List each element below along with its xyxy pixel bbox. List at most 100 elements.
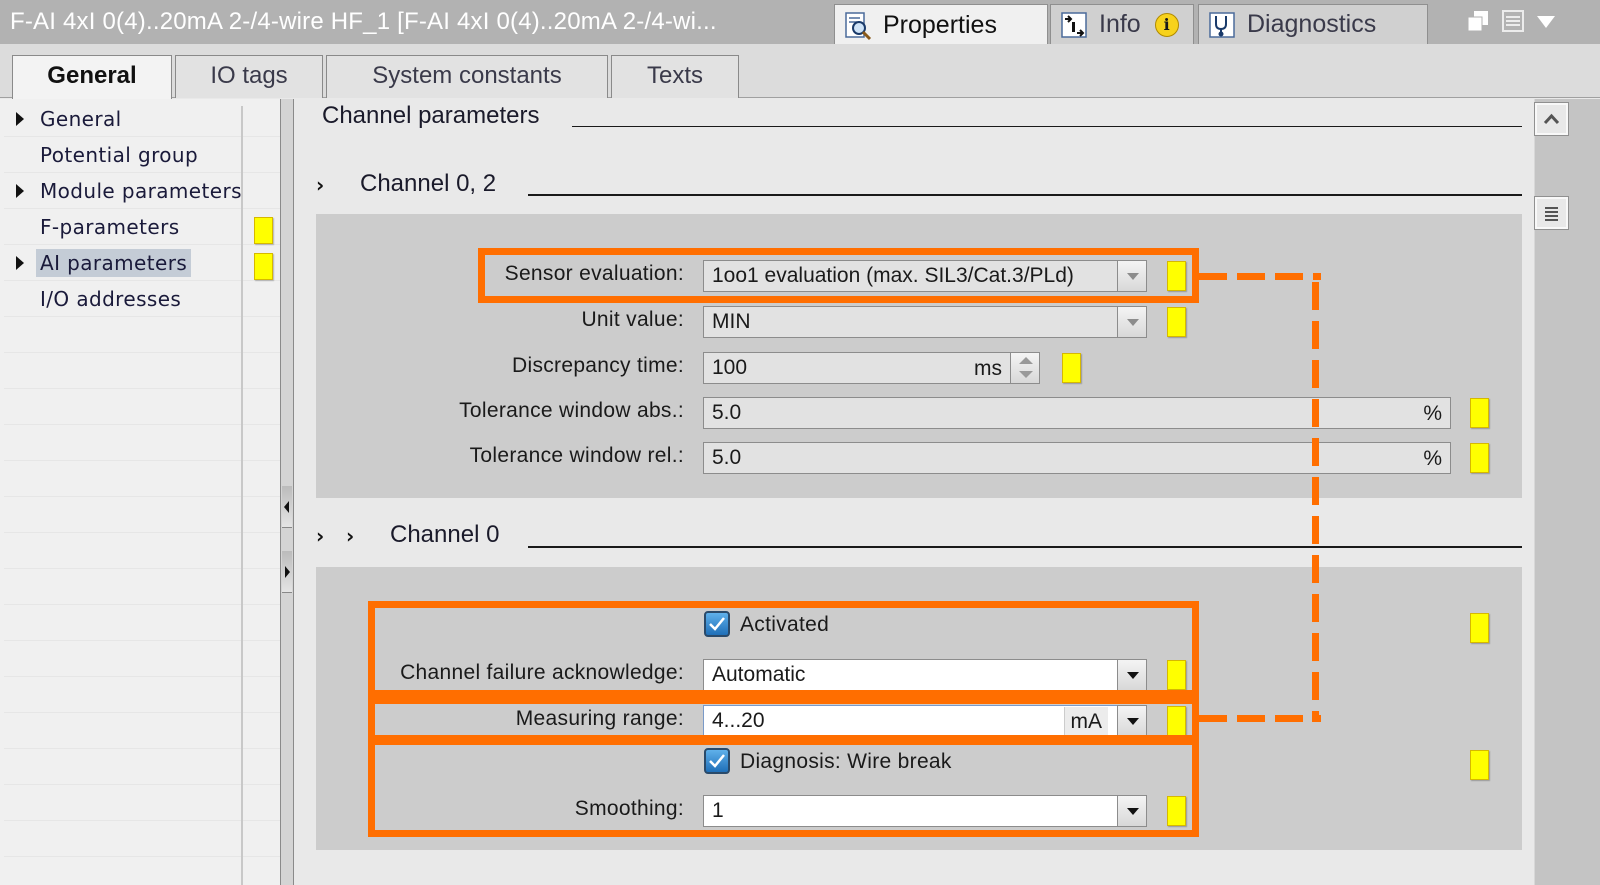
expand-right-button[interactable]: [282, 551, 292, 593]
stepper-up-icon[interactable]: [1019, 357, 1033, 364]
list-icon[interactable]: [1502, 10, 1524, 36]
channel-failure-ack-dropdown[interactable]: Automatic: [703, 659, 1147, 691]
measuring-range-value: 4...20: [712, 709, 765, 732]
activated-label: Activated: [740, 613, 830, 636]
changed-flag-icon: [1062, 353, 1081, 383]
tolerance-rel-value: 5.0: [712, 446, 742, 469]
nav-empty-row: [4, 749, 280, 785]
tolerance-rel-label: Tolerance window rel.:: [469, 444, 684, 467]
tab-system-constants[interactable]: System constants: [326, 55, 608, 98]
vertical-scrollbar[interactable]: [1534, 99, 1600, 885]
nav-empty-row: [4, 461, 280, 497]
nav-item-label: AI parameters: [36, 249, 192, 277]
nav-empty-row: [4, 785, 280, 821]
nav-empty-row: [4, 425, 280, 461]
discrepancy-time-input[interactable]: 100 ms: [703, 352, 1015, 384]
nav-empty-row: [4, 821, 280, 857]
navigation-tree: General Potential group Module parameter…: [0, 99, 280, 885]
measuring-range-dropdown[interactable]: 4...20 mA: [703, 705, 1147, 737]
tab-texts[interactable]: Texts: [611, 55, 739, 98]
sensor-evaluation-label: Sensor evaluation:: [504, 262, 684, 285]
sensor-evaluation-dropdown[interactable]: 1oo1 evaluation (max. SIL3/Cat.3/PLd): [703, 260, 1147, 292]
expand-arrow-icon[interactable]: [16, 184, 24, 198]
nav-item-io-addresses[interactable]: I/O addresses: [4, 281, 280, 317]
section-rule: [572, 126, 1522, 127]
diagnosis-wire-break-checkbox[interactable]: [704, 748, 730, 774]
nav-item-ai-parameters[interactable]: AI parameters: [4, 245, 280, 281]
tolerance-rel-input[interactable]: 5.0 %: [703, 442, 1451, 474]
smoothing-value: 1: [712, 799, 724, 822]
chevron-right-icon[interactable]: ›: [316, 173, 324, 197]
stepper-down-icon[interactable]: [1019, 371, 1033, 378]
dropdown-icon[interactable]: [1536, 14, 1556, 33]
info-warning-icon: i: [1154, 12, 1179, 37]
changed-flag-icon: [1470, 613, 1489, 643]
changed-flag-icon: [254, 253, 273, 280]
chevron-right-icon[interactable]: ›: [346, 524, 354, 548]
changed-flag-icon: [1167, 796, 1186, 826]
changed-flag-icon: [1470, 750, 1489, 780]
chevron-down-icon[interactable]: [1117, 306, 1147, 338]
tab-properties-label: Properties: [883, 11, 997, 39]
nav-item-potential-group[interactable]: Potential group: [4, 137, 280, 173]
collapse-left-button[interactable]: [282, 486, 292, 528]
chevron-down-icon[interactable]: [1117, 260, 1147, 292]
channel-failure-ack-label: Channel failure acknowledge:: [400, 661, 684, 684]
tab-diagnostics[interactable]: Diagnostics: [1198, 4, 1428, 44]
panel-splitter[interactable]: [280, 99, 294, 885]
section-rule: [528, 546, 1522, 548]
nav-empty-row: [4, 569, 280, 605]
sensor-evaluation-value: 1oo1 evaluation (max. SIL3/Cat.3/PLd): [712, 264, 1074, 287]
window-title: F-AI 4xI 0(4)..20mA 2-/4-wire HF_1 [F-AI…: [10, 8, 717, 35]
restore-icon[interactable]: [1466, 10, 1490, 36]
info-icon: [1059, 10, 1089, 40]
nav-item-label: Module parameters: [40, 179, 242, 203]
sub-tab-bar: General IO tags System constants Texts: [0, 44, 1600, 99]
nav-empty-row: [4, 641, 280, 677]
scroll-up-button[interactable]: [1534, 102, 1569, 136]
changed-flag-icon: [254, 217, 273, 244]
nav-item-module-parameters[interactable]: Module parameters: [4, 173, 280, 209]
title-bar: F-AI 4xI 0(4)..20mA 2-/4-wire HF_1 [F-AI…: [0, 0, 1600, 46]
tolerance-abs-label: Tolerance window abs.:: [459, 399, 684, 422]
unit-value-value: MIN: [712, 310, 751, 333]
discrepancy-time-stepper[interactable]: [1010, 352, 1040, 384]
chevron-down-icon[interactable]: [1117, 659, 1147, 691]
tolerance-abs-value: 5.0: [712, 401, 742, 424]
channel-failure-ack-value: Automatic: [712, 663, 806, 686]
changed-flag-icon: [1470, 398, 1489, 428]
nav-item-general[interactable]: General: [4, 101, 280, 137]
scroll-thumb[interactable]: [1534, 196, 1569, 230]
nav-item-label: I/O addresses: [40, 287, 182, 311]
tolerance-abs-input[interactable]: 5.0 %: [703, 397, 1451, 429]
changed-flag-icon: [1470, 443, 1489, 473]
expand-arrow-icon[interactable]: [16, 256, 24, 270]
properties-content: Channel parameters › Channel 0, 2 Sensor…: [294, 99, 1534, 885]
discrepancy-time-label: Discrepancy time:: [512, 354, 684, 377]
changed-flag-icon: [1167, 261, 1186, 291]
chevron-down-icon[interactable]: [1117, 705, 1147, 737]
activated-checkbox[interactable]: [704, 611, 730, 637]
measuring-range-label: Measuring range:: [515, 707, 684, 730]
smoothing-dropdown[interactable]: 1: [703, 795, 1147, 827]
diagnosis-wire-break-label: Diagnosis: Wire break: [740, 750, 952, 773]
discrepancy-time-unit: ms: [974, 357, 1002, 380]
tab-io-tags[interactable]: IO tags: [175, 55, 323, 98]
changed-flag-icon: [1167, 660, 1186, 690]
tab-info-label: Info: [1099, 10, 1141, 38]
tab-info[interactable]: Info i: [1050, 4, 1194, 44]
expand-arrow-icon[interactable]: [16, 112, 24, 126]
channel-0-panel: Activated Channel failure acknowledge: A…: [316, 567, 1522, 850]
unit-value-dropdown[interactable]: MIN: [703, 306, 1147, 338]
chevron-down-icon[interactable]: [1117, 795, 1147, 827]
discrepancy-time-value: 100: [712, 356, 748, 379]
channel-group-panel: Sensor evaluation: 1oo1 evaluation (max.…: [316, 214, 1522, 498]
properties-icon: [843, 11, 873, 41]
tolerance-abs-unit: %: [1423, 402, 1442, 425]
section-rule: [528, 194, 1522, 196]
chevron-right-icon[interactable]: ›: [316, 524, 324, 548]
tab-properties[interactable]: Properties: [834, 4, 1048, 46]
nav-column-divider: [241, 106, 243, 885]
nav-item-f-parameters[interactable]: F-parameters: [4, 209, 280, 245]
tab-general[interactable]: General: [12, 55, 172, 99]
